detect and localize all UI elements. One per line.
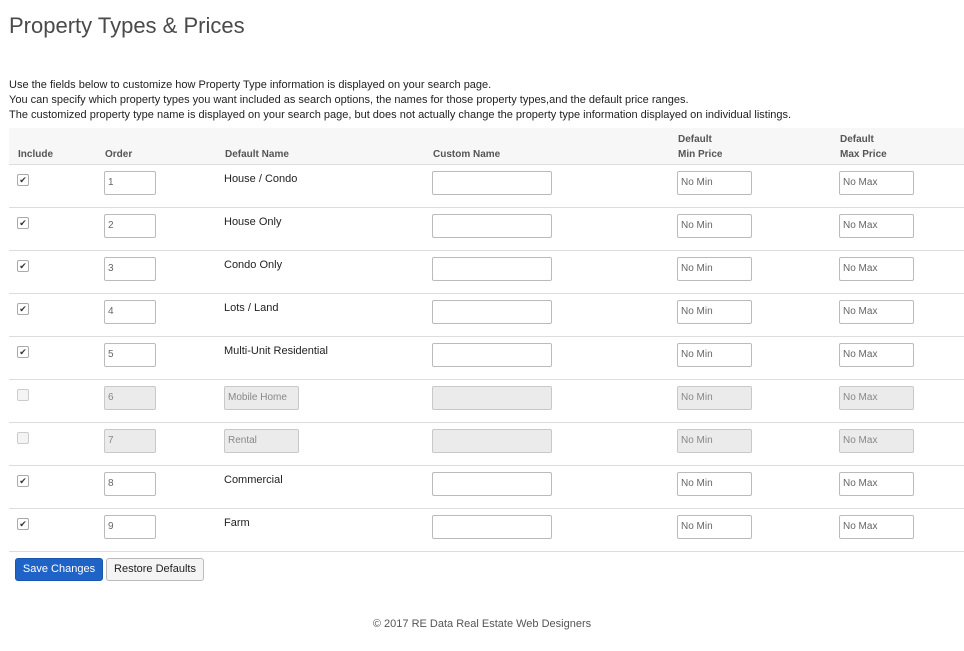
min-price-input[interactable]: No Min — [677, 214, 752, 238]
checkmark-icon: ✔ — [19, 476, 27, 486]
default-name-field: Rental — [224, 429, 299, 453]
default-name: Multi-Unit Residential — [224, 345, 328, 357]
custom-name-input[interactable] — [432, 429, 552, 453]
description-line-2: You can specify which property types you… — [9, 94, 689, 106]
default-name: Farm — [224, 517, 250, 529]
header-max-price-line2: Max Price — [840, 149, 887, 160]
max-price-input[interactable]: No Max — [839, 171, 914, 195]
header-default-name: Default Name — [225, 149, 289, 160]
include-checkbox[interactable]: ✔ — [17, 174, 29, 186]
table-row: ✔ 9 Farm No Min No Max — [9, 509, 964, 552]
min-price-input[interactable]: No Min — [677, 257, 752, 281]
min-price-input[interactable]: No Min — [677, 300, 752, 324]
default-name: House / Condo — [224, 173, 298, 185]
header-order: Order — [105, 149, 133, 160]
max-price-input[interactable]: No Max — [839, 386, 914, 410]
include-checkbox[interactable]: ✔ — [17, 518, 29, 530]
table-row: ✔ 8 Commercial No Min No Max — [9, 466, 964, 509]
default-name-field: Mobile Home — [224, 386, 299, 410]
default-name: Lots / Land — [224, 302, 279, 314]
max-price-input[interactable]: No Max — [839, 515, 914, 539]
include-checkbox[interactable] — [17, 389, 29, 401]
table-row: 6 Mobile Home No Min No Max — [9, 380, 964, 423]
custom-name-input[interactable] — [432, 214, 552, 238]
order-input[interactable]: 1 — [104, 171, 156, 195]
max-price-input[interactable]: No Max — [839, 343, 914, 367]
table-row: ✔ 1 House / Condo No Min No Max — [9, 165, 964, 208]
restore-defaults-button[interactable]: Restore Defaults — [106, 558, 204, 581]
checkmark-icon: ✔ — [19, 175, 27, 185]
default-name: Condo Only — [224, 259, 283, 271]
header-min-price-line1: Default — [678, 134, 712, 145]
custom-name-input[interactable] — [432, 343, 552, 367]
include-checkbox[interactable] — [17, 432, 29, 444]
checkmark-icon: ✔ — [19, 261, 27, 271]
default-name: Commercial — [224, 474, 283, 486]
custom-name-input[interactable] — [432, 257, 552, 281]
order-input[interactable]: 2 — [104, 214, 156, 238]
order-input[interactable]: 8 — [104, 472, 156, 496]
min-price-input[interactable]: No Min — [677, 515, 752, 539]
include-checkbox[interactable]: ✔ — [17, 475, 29, 487]
order-input[interactable]: 6 — [104, 386, 156, 410]
order-input[interactable]: 3 — [104, 257, 156, 281]
header-custom-name: Custom Name — [433, 149, 501, 160]
custom-name-input[interactable] — [432, 515, 552, 539]
include-checkbox[interactable]: ✔ — [17, 303, 29, 315]
checkmark-icon: ✔ — [19, 218, 27, 228]
header-max-price-line1: Default — [840, 134, 874, 145]
custom-name-input[interactable] — [432, 472, 552, 496]
checkmark-icon: ✔ — [19, 347, 27, 357]
order-input[interactable]: 7 — [104, 429, 156, 453]
header-include: Include — [18, 149, 54, 160]
default-name: House Only — [224, 216, 282, 228]
min-price-input[interactable]: No Min — [677, 343, 752, 367]
min-price-input[interactable]: No Min — [677, 429, 752, 453]
description-line-3: The customized property type name is dis… — [9, 109, 792, 121]
custom-name-input[interactable] — [432, 300, 552, 324]
custom-name-input[interactable] — [432, 386, 552, 410]
include-checkbox[interactable]: ✔ — [17, 217, 29, 229]
max-price-input[interactable]: No Max — [839, 300, 914, 324]
checkmark-icon: ✔ — [19, 519, 27, 529]
min-price-input[interactable]: No Min — [677, 386, 752, 410]
custom-name-input[interactable] — [432, 171, 552, 195]
page-title: Property Types & Prices — [9, 13, 245, 38]
order-input[interactable]: 4 — [104, 300, 156, 324]
include-checkbox[interactable]: ✔ — [17, 346, 29, 358]
description-line-1: Use the fields below to customize how Pr… — [9, 79, 492, 91]
order-input[interactable]: 9 — [104, 515, 156, 539]
include-checkbox[interactable]: ✔ — [17, 260, 29, 272]
max-price-input[interactable]: No Max — [839, 214, 914, 238]
header-min-price-line2: Min Price — [678, 149, 723, 160]
max-price-input[interactable]: No Max — [839, 257, 914, 281]
min-price-input[interactable]: No Min — [677, 171, 752, 195]
order-input[interactable]: 5 — [104, 343, 156, 367]
save-changes-button[interactable]: Save Changes — [15, 558, 103, 581]
table-row: 7 Rental No Min No Max — [9, 423, 964, 466]
max-price-input[interactable]: No Max — [839, 429, 914, 453]
table-row: ✔ 2 House Only No Min No Max — [9, 208, 964, 251]
table-row: ✔ 3 Condo Only No Min No Max — [9, 251, 964, 294]
table-row: ✔ 5 Multi-Unit Residential No Min No Max — [9, 337, 964, 380]
checkmark-icon: ✔ — [19, 304, 27, 314]
max-price-input[interactable]: No Max — [839, 472, 914, 496]
footer-copyright: © 2017 RE Data Real Estate Web Designers — [372, 618, 592, 630]
min-price-input[interactable]: No Min — [677, 472, 752, 496]
table-row: ✔ 4 Lots / Land No Min No Max — [9, 294, 964, 337]
